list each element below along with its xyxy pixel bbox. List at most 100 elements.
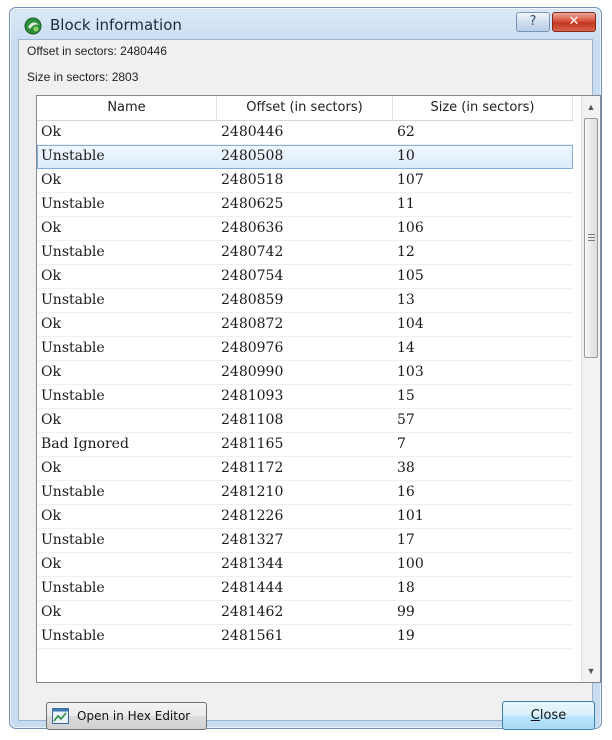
- close-button[interactable]: Close: [502, 701, 595, 730]
- cell-size: 106: [397, 220, 424, 236]
- table-body: Ok 2480446 62 Unstable 2480508 10 Ok 2480518 107…: [37, 121, 573, 649]
- cell-offset: 2481165: [221, 436, 284, 452]
- table-row[interactable]: Ok 2480636 106: [37, 217, 573, 241]
- table-row[interactable]: Unstable 2480976 14: [37, 337, 573, 361]
- cell-size: 7: [397, 436, 406, 452]
- cell-offset: 2480625: [221, 196, 284, 212]
- cell-name: Unstable: [41, 628, 105, 644]
- cell-size: 62: [397, 124, 415, 140]
- cell-size: 100: [397, 556, 424, 572]
- table-header: Name Offset (in sectors) Size (in sector…: [37, 96, 573, 121]
- cell-offset: 2480636: [221, 220, 284, 236]
- cell-name: Ok: [41, 604, 61, 620]
- cell-name: Unstable: [41, 388, 105, 404]
- cell-size: 103: [397, 364, 424, 380]
- cell-name: Unstable: [41, 292, 105, 308]
- table-row[interactable]: Unstable 2481093 15: [37, 385, 573, 409]
- column-header-size[interactable]: Size (in sectors): [393, 96, 573, 120]
- block-information-dialog: Block information ? ✕ Offset in sectors:…: [9, 7, 602, 730]
- cell-offset: 2481327: [221, 532, 284, 548]
- cell-offset: 2480518: [221, 172, 284, 188]
- table-row[interactable]: Ok 2481108 57: [37, 409, 573, 433]
- scroll-up-icon[interactable]: ▲: [582, 98, 600, 116]
- app-logo-icon: [24, 17, 42, 35]
- cell-name: Ok: [41, 460, 61, 476]
- cell-offset: 2480976: [221, 340, 284, 356]
- grip-line: [588, 237, 595, 238]
- close-label: Close: [530, 708, 567, 723]
- cell-name: Unstable: [41, 196, 105, 212]
- cell-size: 12: [397, 244, 415, 260]
- table-row[interactable]: Ok 2480754 105: [37, 265, 573, 289]
- table-row[interactable]: Unstable 2480859 13: [37, 289, 573, 313]
- grip-line: [588, 240, 595, 241]
- table-row[interactable]: Unstable 2480625 11: [37, 193, 573, 217]
- cell-size: 38: [397, 460, 415, 476]
- table-row[interactable]: Ok 2481344 100: [37, 553, 573, 577]
- cell-offset: 2481561: [221, 628, 284, 644]
- cell-size: 15: [397, 388, 415, 404]
- table-row[interactable]: Unstable 2480508 10: [37, 145, 573, 169]
- cell-offset: 2480872: [221, 316, 284, 332]
- cell-size: 13: [397, 292, 415, 308]
- cell-size: 107: [397, 172, 424, 188]
- table-row[interactable]: Ok 2480518 107: [37, 169, 573, 193]
- offset-info: Offset in sectors: 2480446: [27, 44, 167, 58]
- cell-name: Ok: [41, 508, 61, 524]
- table-row[interactable]: Ok 2481462 99: [37, 601, 573, 625]
- table-row[interactable]: Ok 2480446 62: [37, 121, 573, 145]
- cell-name: Unstable: [41, 532, 105, 548]
- cell-offset: 2481344: [221, 556, 284, 572]
- cell-offset: 2481444: [221, 580, 284, 596]
- cell-offset: 2481226: [221, 508, 284, 524]
- table-row[interactable]: Ok 2481172 38: [37, 457, 573, 481]
- vertical-scrollbar[interactable]: ▲ ▼: [581, 96, 600, 682]
- cell-size: 18: [397, 580, 415, 596]
- cell-offset: 2481172: [221, 460, 284, 476]
- cell-offset: 2481462: [221, 604, 284, 620]
- table-row[interactable]: Unstable 2480742 12: [37, 241, 573, 265]
- cell-name: Ok: [41, 124, 61, 140]
- cell-offset: 2481093: [221, 388, 284, 404]
- window-close-button[interactable]: ✕: [552, 12, 596, 32]
- cell-offset: 2480990: [221, 364, 284, 380]
- table-row[interactable]: Bad Ignored 2481165 7: [37, 433, 573, 457]
- table-row[interactable]: Unstable 2481444 18: [37, 577, 573, 601]
- cell-name: Ok: [41, 268, 61, 284]
- cell-name: Bad Ignored: [41, 436, 129, 452]
- column-header-offset[interactable]: Offset (in sectors): [217, 96, 393, 120]
- table-row[interactable]: Ok 2481226 101: [37, 505, 573, 529]
- block-table[interactable]: Name Offset (in sectors) Size (in sector…: [36, 95, 601, 683]
- table-row[interactable]: Unstable 2481327 17: [37, 529, 573, 553]
- size-info: Size in sectors: 2803: [27, 70, 139, 84]
- hex-editor-label: Open in Hex Editor: [77, 709, 191, 723]
- cell-name: Unstable: [41, 484, 105, 500]
- cell-name: Unstable: [41, 340, 105, 356]
- hex-editor-icon: [52, 708, 69, 724]
- cell-offset: 2480859: [221, 292, 284, 308]
- help-button[interactable]: ?: [516, 12, 550, 32]
- cell-name: Unstable: [41, 244, 105, 260]
- cell-offset: 2480754: [221, 268, 284, 284]
- table-row[interactable]: Unstable 2481210 16: [37, 481, 573, 505]
- table-row[interactable]: Unstable 2481561 19: [37, 625, 573, 649]
- scroll-down-icon[interactable]: ▼: [582, 662, 600, 680]
- cell-offset: 2480742: [221, 244, 284, 260]
- cell-size: 57: [397, 412, 415, 428]
- window-title: Block information: [50, 16, 182, 34]
- title-bar[interactable]: Block information ? ✕: [10, 8, 601, 40]
- cell-name: Ok: [41, 412, 61, 428]
- scrollbar-thumb[interactable]: [584, 118, 598, 358]
- cell-size: 10: [397, 148, 415, 164]
- cell-name: Ok: [41, 364, 61, 380]
- column-header-name[interactable]: Name: [37, 96, 217, 120]
- cell-name: Ok: [41, 220, 61, 236]
- cell-size: 19: [397, 628, 415, 644]
- cell-size: 17: [397, 532, 415, 548]
- grip-line: [588, 234, 595, 235]
- cell-size: 104: [397, 316, 424, 332]
- table-row[interactable]: Ok 2480990 103: [37, 361, 573, 385]
- cell-offset: 2480446: [221, 124, 284, 140]
- table-row[interactable]: Ok 2480872 104: [37, 313, 573, 337]
- open-in-hex-editor-button[interactable]: Open in Hex Editor: [46, 702, 207, 730]
